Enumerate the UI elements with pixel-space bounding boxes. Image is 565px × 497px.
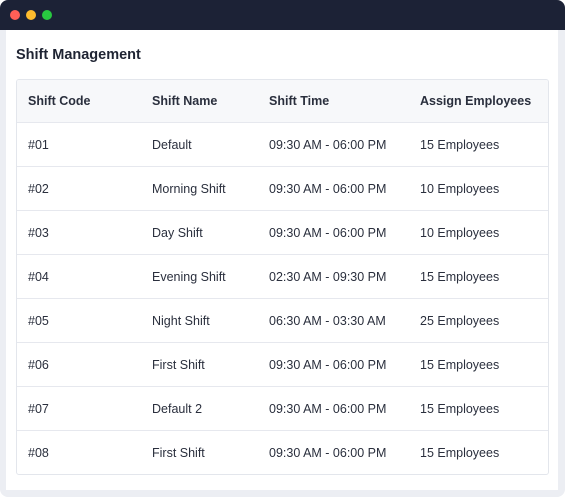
shift-code-cell: #08 (28, 445, 49, 460)
shift-time-cell: 09:30 AM - 06:00 PM (258, 386, 409, 431)
shift-table: Shift Code Shift Name Shift Time Assign … (17, 80, 548, 474)
assigned-employees-cell: 10 Employees (409, 210, 548, 255)
assigned-employees-cell: 15 Employees (409, 122, 548, 167)
shift-name-cell: Morning Shift (141, 166, 258, 211)
app-window: Shift Management Shift Code Shift Name S… (0, 0, 565, 497)
minimize-window-button[interactable] (26, 10, 36, 20)
shift-code-cell: #04 (17, 254, 141, 299)
close-window-button[interactable] (10, 10, 20, 20)
table-row[interactable]: #07 Default 2 09:30 AM - 06:00 PM 15 Emp… (17, 386, 548, 431)
table-row[interactable]: #04 Evening Shift 02:30 AM - 09:30 PM 15… (17, 254, 548, 299)
assigned-employees-cell: 10 Employees (409, 166, 548, 211)
table-header-row: Shift Code Shift Name Shift Time Assign … (17, 80, 548, 123)
shift-code-cell: #05 (17, 298, 141, 343)
shift-code-cell: #02 (17, 166, 141, 211)
shift-name-cell: Night Shift (141, 298, 258, 343)
table-row[interactable]: #05 Night Shift 06:30 AM - 03:30 AM 25 E… (17, 298, 548, 343)
table-row[interactable]: #02 Morning Shift 09:30 AM - 06:00 PM 10… (17, 166, 548, 211)
shift-table-container: Shift Code Shift Name Shift Time Assign … (16, 79, 549, 475)
shift-name-cell: Evening Shift (141, 254, 258, 299)
assigned-employees-cell: 15 Employees (409, 254, 548, 299)
table-row[interactable]: #03 Day Shift 09:30 AM - 06:00 PM 10 Emp… (17, 210, 548, 255)
shift-time-cell: 09:30 AM - 06:00 PM (258, 122, 409, 167)
content-panel: Shift Management Shift Code Shift Name S… (6, 30, 558, 490)
shift-code-cell: #06 (17, 342, 141, 387)
assigned-employees-cell: 25 Employees (409, 298, 548, 343)
table-row[interactable]: #01 Default 09:30 AM - 06:00 PM 15 Emplo… (17, 122, 548, 167)
shift-code-cell: #03 (17, 210, 141, 255)
assigned-employees-cell: 15 Employees (409, 386, 548, 431)
shift-time-cell: 06:30 AM - 03:30 AM (258, 298, 409, 343)
shift-name-cell: First Shift (141, 342, 258, 387)
column-header-shift-code[interactable]: Shift Code (17, 80, 141, 123)
shift-name-cell: Day Shift (141, 210, 258, 255)
column-header-shift-time[interactable]: Shift Time (258, 80, 409, 123)
shift-time-cell: 09:30 AM - 06:00 PM (258, 166, 409, 211)
shift-name-cell: Default (141, 122, 258, 167)
maximize-window-button[interactable] (42, 10, 52, 20)
shift-time-cell: 09:30 AM - 06:00 PM (269, 445, 387, 460)
window-titlebar (0, 0, 565, 30)
assigned-employees-cell: 15 Employees (420, 445, 500, 460)
shift-code-cell: #01 (17, 122, 141, 167)
table-row[interactable]: #08 First Shift 09:30 AM - 06:00 PM 15 E… (17, 431, 548, 475)
assigned-employees-cell: 15 Employees (409, 342, 548, 387)
column-header-assign-employees[interactable]: Assign Employees (409, 80, 548, 123)
shift-time-cell: 09:30 AM - 06:00 PM (258, 342, 409, 387)
shift-time-cell: 02:30 AM - 09:30 PM (258, 254, 409, 299)
page-title: Shift Management (16, 47, 141, 63)
column-header-shift-name[interactable]: Shift Name (141, 80, 258, 123)
shift-time-cell: 09:30 AM - 06:00 PM (258, 210, 409, 255)
shift-code-cell: #07 (17, 386, 141, 431)
table-row[interactable]: #06 First Shift 09:30 AM - 06:00 PM 15 E… (17, 342, 548, 387)
shift-name-cell: Default 2 (141, 386, 258, 431)
shift-name-cell: First Shift (152, 445, 205, 460)
